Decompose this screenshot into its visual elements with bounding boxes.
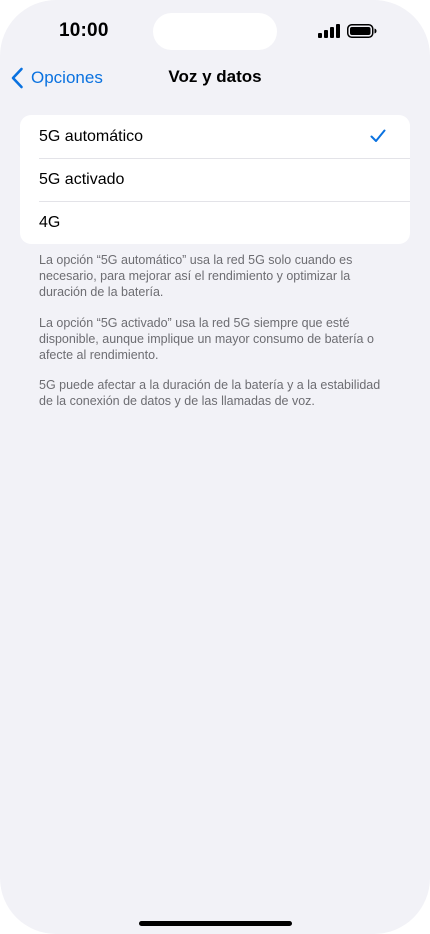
battery-icon (347, 24, 377, 38)
option-5g-on[interactable]: 5G activado (20, 158, 410, 201)
footnote-5g-on: La opción “5G activado” usa la red 5G si… (39, 316, 374, 362)
cellular-signal-icon (318, 24, 340, 38)
dynamic-island (153, 13, 277, 50)
status-time: 10:00 (59, 20, 109, 41)
home-indicator[interactable] (139, 921, 292, 926)
footnote-5g-battery: 5G puede afectar a la duración de la bat… (39, 378, 381, 408)
option-label: 5G activado (39, 170, 125, 188)
phone-screen: 10:00 Opciones Voz y datos 5G automático (0, 0, 430, 934)
option-label: 4G (39, 213, 61, 231)
page-title: Voz y datos (168, 67, 262, 86)
footnote-5g-auto: La opción “5G automático” usa la red 5G … (39, 253, 353, 299)
network-options-list: 5G automático 5G activado 4G (20, 115, 410, 244)
navigation-bar: Opciones Voz y datos (0, 56, 430, 100)
option-label: 5G automático (39, 127, 144, 145)
option-5g-auto[interactable]: 5G automático (20, 115, 410, 158)
checkmark-icon (370, 129, 386, 142)
status-bar: 10:00 (0, 0, 430, 60)
option-4g[interactable]: 4G (20, 201, 410, 244)
